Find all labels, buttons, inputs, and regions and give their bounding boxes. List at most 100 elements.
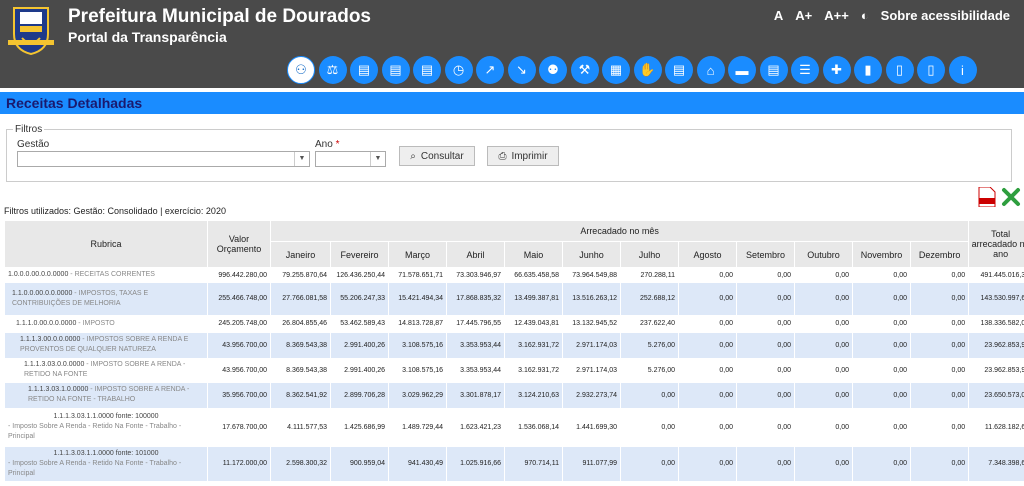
month-value-cell: 0,00: [852, 446, 911, 481]
month-value-cell: 15.421.494,34: [388, 282, 447, 315]
month-value-cell: 0,00: [736, 282, 795, 315]
car-icon[interactable]: ▬: [728, 56, 756, 84]
month-value-cell: 0,00: [909, 446, 970, 481]
month-value-cell: 270.288,11: [620, 267, 679, 283]
pdf-export-icon[interactable]: [976, 186, 998, 208]
list-icon[interactable]: ☰: [791, 56, 819, 84]
rubrica-code: 1.1.1.3.03.0.0.0000: [24, 361, 85, 368]
month-value-cell: 252.688,12: [620, 282, 679, 315]
table-row[interactable]: 1.1.0.0.00.0.0.0000 - IMPOSTOS, TAXAS E …: [4, 282, 1024, 315]
font-size-max-button[interactable]: A++: [824, 8, 849, 23]
month-value-cell: 73.303.946,97: [446, 267, 505, 283]
alarm-clock-icon[interactable]: ◷: [444, 56, 473, 84]
rubrica-cell: 1.1.1.3.00.0.0.0000 - IMPOSTOS SOBRE A R…: [4, 332, 208, 358]
month-value-cell: 0,00: [620, 407, 679, 447]
file-icon[interactable]: ▯: [885, 56, 914, 84]
month-value-cell: 0,00: [909, 314, 970, 333]
rubrica-cell: 1.1.1.3.03.1.1.0000 fonte: 100000 - Impo…: [4, 407, 208, 447]
ano-select[interactable]: ▼: [315, 151, 386, 167]
header-month: Agosto: [678, 241, 737, 268]
spreadsheet-export-icon[interactable]: [1000, 186, 1022, 208]
scale-icon[interactable]: ⚖: [318, 56, 347, 84]
month-value-cell: 0,00: [736, 332, 795, 358]
document-icon[interactable]: ▤: [759, 56, 788, 84]
month-value-cell: 0,00: [852, 407, 911, 447]
month-value-cell: 126.436.250,44: [330, 267, 389, 283]
header-month: Setembro: [736, 241, 795, 268]
month-value-cell: 73.964.549,88: [562, 267, 621, 283]
puzzle-icon[interactable]: ✚: [822, 56, 851, 84]
table-row[interactable]: 1.1.1.0.00.0.0.0000 - IMPOSTO 245.205.748…: [4, 314, 1024, 333]
rubrica-cell: 1.1.1.0.00.0.0.0000 - IMPOSTO: [4, 314, 208, 333]
site-header: Prefeitura Municipal de Dourados Portal …: [0, 0, 1024, 88]
month-value-cell: 3.353.953,44: [446, 357, 505, 383]
table-row[interactable]: 1.1.1.3.03.1.1.0000 fonte: 100000 - Impo…: [4, 407, 1024, 447]
document-icon[interactable]: ▤: [381, 56, 410, 84]
document-icon[interactable]: ▤: [413, 56, 441, 84]
font-size-normal-button[interactable]: A: [774, 8, 783, 23]
rubrica-cell: 1.0.0.0.00.0.0.0000 - RECEITAS CORRENTES: [4, 267, 208, 283]
house-icon[interactable]: ⌂: [696, 56, 725, 84]
imprimir-button[interactable]: ⎙ Imprimir: [487, 146, 559, 166]
month-value-cell: 1.536.068,14: [504, 407, 563, 447]
contrast-icon[interactable]: ◐: [861, 8, 869, 23]
ano-label: Ano *: [315, 139, 340, 150]
consultar-button[interactable]: ⌕ Consultar: [399, 146, 475, 166]
city-coat-of-arms-logo[interactable]: [6, 4, 56, 56]
handshake-icon[interactable]: ✋: [633, 56, 662, 84]
page-title: Receitas Detalhadas: [6, 95, 143, 111]
month-value-cell: 13.499.387,81: [504, 282, 563, 315]
month-value-cell: 26.804.855,46: [270, 314, 331, 333]
month-value-cell: 237.622,40: [620, 314, 679, 333]
month-value-cell: 0,00: [678, 407, 737, 447]
down-chart-icon[interactable]: ↘: [507, 56, 536, 84]
group-icon[interactable]: ⚉: [539, 56, 567, 84]
table-row[interactable]: 1.1.1.3.00.0.0.0000 - IMPOSTOS SOBRE A R…: [4, 332, 1024, 358]
info-icon[interactable]: i: [948, 56, 977, 84]
chevron-down-icon: ▼: [294, 152, 309, 166]
accessibility-link[interactable]: Sobre acessibilidade: [881, 8, 1010, 23]
bar-chart-icon[interactable]: ▮: [854, 56, 882, 84]
gestao-select[interactable]: ▼: [17, 151, 310, 167]
file-icon[interactable]: ▯: [917, 56, 945, 84]
month-value-cell: 3.353.953,44: [446, 332, 505, 358]
month-value-cell: 0,00: [794, 267, 853, 283]
table-row[interactable]: 1.0.0.0.00.0.0.0000 - RECEITAS CORRENTES…: [4, 267, 1024, 283]
table-row[interactable]: 1.1.1.3.03.1.0.0000 - IMPOSTO SOBRE A RE…: [4, 382, 1024, 408]
rubrica-description: - IMPOSTO: [76, 319, 115, 327]
rubrica-code: 1.1.1.3.00.0.0.0000: [20, 336, 81, 343]
table-row[interactable]: 1.1.1.3.03.1.1.0000 fonte: 101000 - Impo…: [4, 446, 1024, 481]
month-value-cell: 53.462.589,43: [330, 314, 389, 333]
document-icon[interactable]: ▤: [665, 56, 693, 84]
month-value-cell: 2.932.273,74: [562, 382, 621, 408]
rubrica-code: 1.1.1.3.03.1.1.0000 fonte: 101000: [53, 449, 159, 457]
month-value-cell: 970.714,11: [504, 446, 563, 481]
month-value-cell: 12.439.043,81: [504, 314, 563, 333]
total-cell: 11.628.182,63: [968, 407, 1024, 447]
month-value-cell: 0,00: [736, 382, 795, 408]
month-value-cell: 0,00: [736, 407, 795, 447]
month-value-cell: 0,00: [909, 382, 970, 408]
header-valor-orcamento: Valor Orçamento: [207, 220, 271, 268]
total-cell: 491.445.016,33: [968, 267, 1024, 283]
line-chart-icon[interactable]: ↗: [476, 56, 504, 84]
building-icon[interactable]: ▦: [602, 56, 630, 84]
month-value-cell: 8.362.541,92: [270, 382, 331, 408]
gavel-icon[interactable]: ⚒: [570, 56, 599, 84]
table-row[interactable]: 1.1.1.3.03.0.0.0000 - IMPOSTO SOBRE A RE…: [4, 357, 1024, 383]
document-icon[interactable]: ▤: [350, 56, 378, 84]
font-size-increase-button[interactable]: A+: [795, 8, 812, 23]
nav-icon-bar: ⚇ ⚖ ▤ ▤ ▤ ◷ ↗ ↘ ⚉ ⚒ ▦ ✋ ▤ ⌂ ▬ ▤ ☰ ✚ ▮ ▯ ▯ i: [287, 56, 977, 86]
month-value-cell: 2.899.706,28: [330, 382, 389, 408]
month-value-cell: 0,00: [852, 357, 911, 383]
chevron-down-icon: ▼: [370, 152, 385, 166]
month-value-cell: 0,00: [794, 407, 853, 447]
people-icon[interactable]: ⚇: [287, 56, 315, 84]
month-value-cell: 3.029.962,29: [388, 382, 447, 408]
month-value-cell: 2.598.300,32: [270, 446, 331, 481]
page-title-bar: Receitas Detalhadas: [0, 92, 1024, 114]
filters-legend: Filtros: [15, 124, 43, 135]
rubrica-cell: 1.1.1.3.03.1.0.0000 - IMPOSTO SOBRE A RE…: [4, 382, 208, 408]
total-cell: 138.336.582,04: [968, 314, 1024, 333]
month-value-cell: 0,00: [909, 357, 970, 383]
